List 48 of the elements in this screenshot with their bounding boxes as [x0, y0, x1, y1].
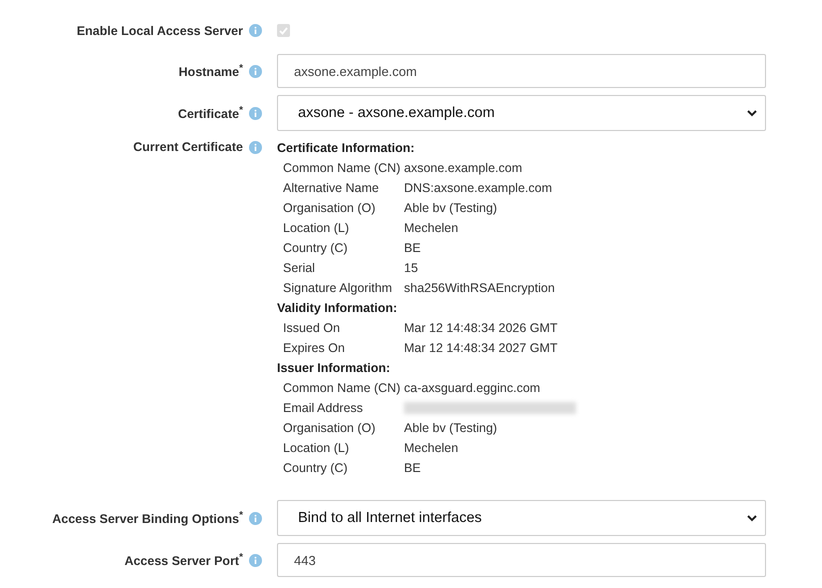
field-label: Access Server Binding Options$^{*}$ [52, 510, 243, 526]
field-name: Email Address [283, 400, 364, 417]
info-icon[interactable] [249, 512, 262, 524]
field-name: Organisation (O) [283, 420, 376, 437]
field-name: Signature Algorithm [283, 280, 394, 297]
field-name: Serial [283, 260, 316, 277]
field-value: sha256WithRSAEncryption [404, 280, 556, 297]
field-value: Mechelen [404, 220, 460, 237]
field-value: BE [404, 240, 422, 257]
section-title: Validity Information: [277, 300, 398, 317]
field-label: Access Server Port$^{*}$ [124, 552, 243, 568]
field-name: Organisation (O) [283, 200, 376, 217]
field-value: BE [404, 460, 422, 477]
field-name: Location (L) [283, 220, 350, 237]
field-value: Able bv (Testing) [404, 200, 498, 217]
info-icon[interactable] [249, 554, 262, 566]
field-label: Enable Local Access Server [76, 24, 243, 38]
select-field[interactable]: axsone - axsone.example.com [277, 95, 766, 131]
info-icon[interactable] [249, 106, 262, 120]
field-value: 15 [404, 260, 419, 277]
field-value: Mechelen [404, 440, 460, 457]
field-label: Hostname$^{*}$ [178, 62, 243, 80]
field-label: Current Certificate [133, 140, 243, 154]
field-label: Certificate$^{*}$ [178, 104, 243, 122]
info-icon[interactable] [249, 140, 262, 154]
field-value: DNS:axsone.example.com [404, 180, 553, 197]
info-icon[interactable] [249, 64, 262, 78]
field-value: Mar 12 14:48:34 2027 GMT [404, 340, 559, 357]
field-name: Location (L) [283, 440, 350, 457]
section-title: Issuer Information: [277, 360, 392, 377]
text-field[interactable]: axsone.example.com [277, 54, 766, 88]
field-name: Country (C) [283, 460, 349, 477]
select-field[interactable]: Bind to all Internet interfaces [277, 500, 766, 536]
field-name: Alternative Name [283, 180, 380, 197]
text-field[interactable]: 443 [277, 543, 766, 577]
field-name: Expires On [283, 340, 346, 357]
field-value: ca-axsguard.egginc.com [404, 380, 542, 397]
info-icon[interactable] [249, 24, 262, 37]
caret-icon [747, 514, 757, 522]
section-title: Certificate Information: [277, 140, 416, 157]
field-name: Issued On [283, 320, 341, 337]
field-name: Common Name (CN) [283, 380, 402, 397]
field-name: Country (C) [283, 240, 349, 257]
field-value: Able bv (Testing) [404, 420, 498, 437]
field-name: Common Name (CN) [283, 160, 402, 177]
field-value: Mar 12 14:48:34 2026 GMT [404, 320, 559, 337]
caret-icon [747, 110, 757, 116]
field-value: axsone.example.com [404, 160, 524, 177]
